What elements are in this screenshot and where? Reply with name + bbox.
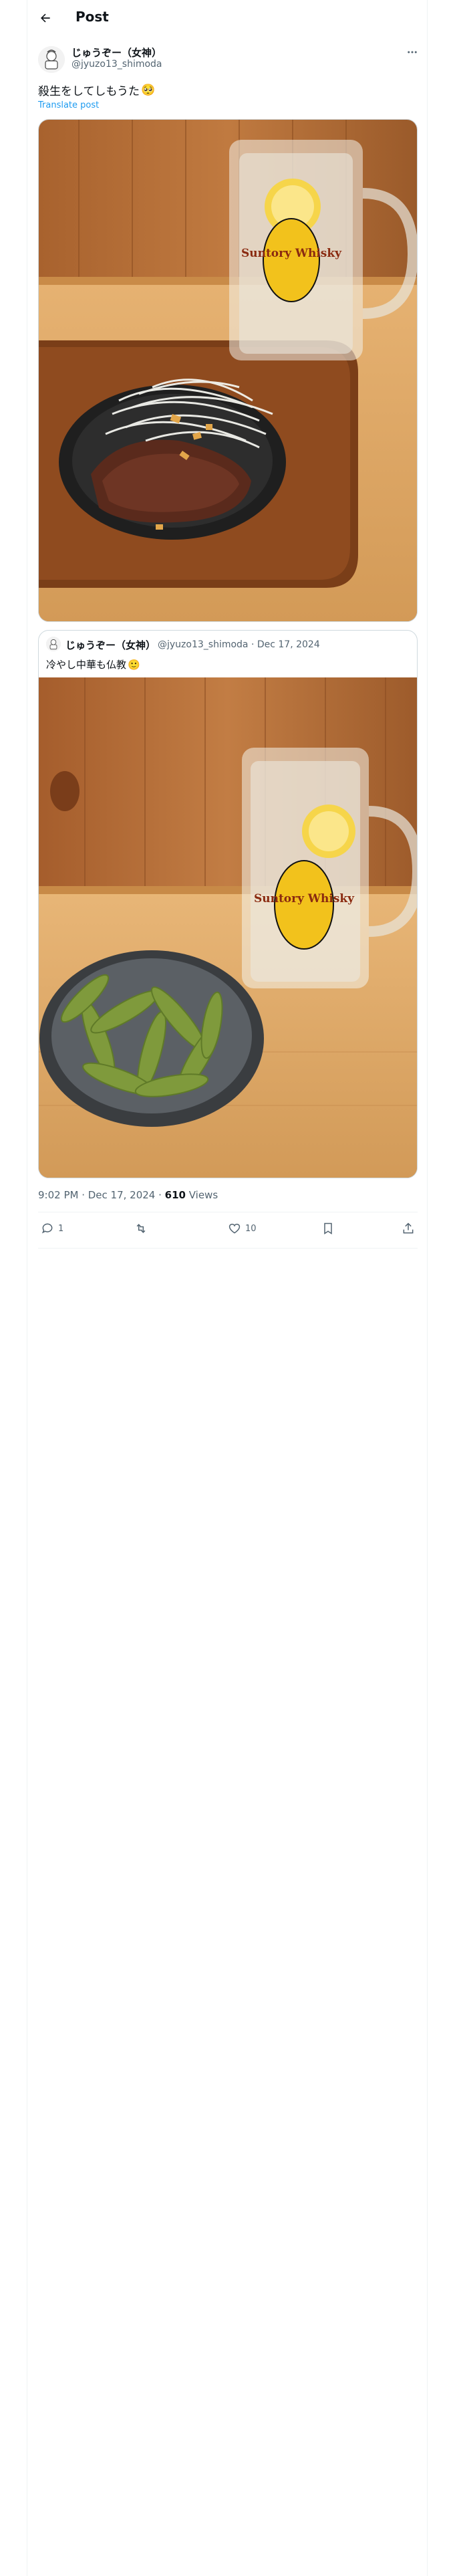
quoted-avatar[interactable] <box>46 637 61 651</box>
edamame-photo: Suntory Whisky <box>39 677 417 1178</box>
quoted-text-body: 冷やし中華も仏教 <box>46 659 127 671</box>
quoted-meta: @jyuzo13_shimoda · Dec 17, 2024 <box>158 639 320 650</box>
avatar-image <box>38 46 65 73</box>
post-text-body: 殺生をしてしもうた <box>38 85 140 98</box>
repost-button[interactable] <box>134 1222 152 1235</box>
heart-icon <box>229 1223 241 1234</box>
page-header: Post <box>27 0 428 35</box>
more-button[interactable] <box>404 44 420 60</box>
author-handle[interactable]: @jyuzo13_shimoda <box>71 59 162 70</box>
quoted-image[interactable]: Suntory Whisky <box>39 677 417 1178</box>
page-title: Post <box>76 9 109 25</box>
bookmark-button[interactable] <box>321 1222 335 1235</box>
translate-post-link[interactable]: Translate post <box>38 100 99 110</box>
reply-count: 1 <box>58 1223 64 1234</box>
back-button[interactable] <box>34 7 57 29</box>
bottle-label-text: Suntory Whisky <box>241 247 342 260</box>
repost-icon <box>136 1224 146 1233</box>
views-label: Views <box>185 1189 218 1201</box>
primary-column: Post じゅうぞー（女神） @jyuzo13_shimoda 殺生をしてしもう… <box>27 0 428 2576</box>
post-image[interactable]: Suntory Whisky <box>38 119 418 622</box>
smile-emoji: 🙂 <box>128 658 140 671</box>
bottle-label-text: Suntory Whisky <box>254 892 355 905</box>
reply-icon <box>41 1223 53 1234</box>
steak-photo: Suntory Whisky <box>39 120 417 621</box>
quoted-text: 冷やし中華も仏教 🙂 <box>46 657 140 671</box>
share-button[interactable] <box>402 1222 415 1235</box>
arrow-left-icon <box>41 13 50 23</box>
quoted-post[interactable]: じゅうぞー（女神） @jyuzo13_shimoda · Dec 17, 202… <box>38 630 418 1178</box>
pleading-emoji: 🥺 <box>140 83 156 97</box>
avatar[interactable] <box>38 46 65 73</box>
divider <box>38 1248 418 1249</box>
like-button[interactable]: 10 <box>228 1222 257 1235</box>
share-icon <box>403 1222 414 1234</box>
views-count: 610 <box>164 1189 186 1201</box>
post-meta: 9:02 PM · Dec 17, 2024 · 610 Views <box>38 1189 218 1201</box>
bookmark-icon <box>324 1222 332 1235</box>
action-bar: 1 10 <box>38 1216 418 1243</box>
post-text: 殺生をしてしもうた 🥺 <box>38 82 156 99</box>
like-count: 10 <box>245 1223 257 1234</box>
more-horizontal-icon <box>408 51 417 53</box>
reply-button[interactable]: 1 <box>41 1222 63 1235</box>
quoted-display-name: じゅうぞー（女神） <box>65 639 156 651</box>
post-timestamp[interactable]: 9:02 PM · Dec 17, 2024 · <box>38 1189 165 1201</box>
avatar-image <box>46 637 61 651</box>
author-display-name[interactable]: じゅうぞー（女神） <box>71 45 162 60</box>
